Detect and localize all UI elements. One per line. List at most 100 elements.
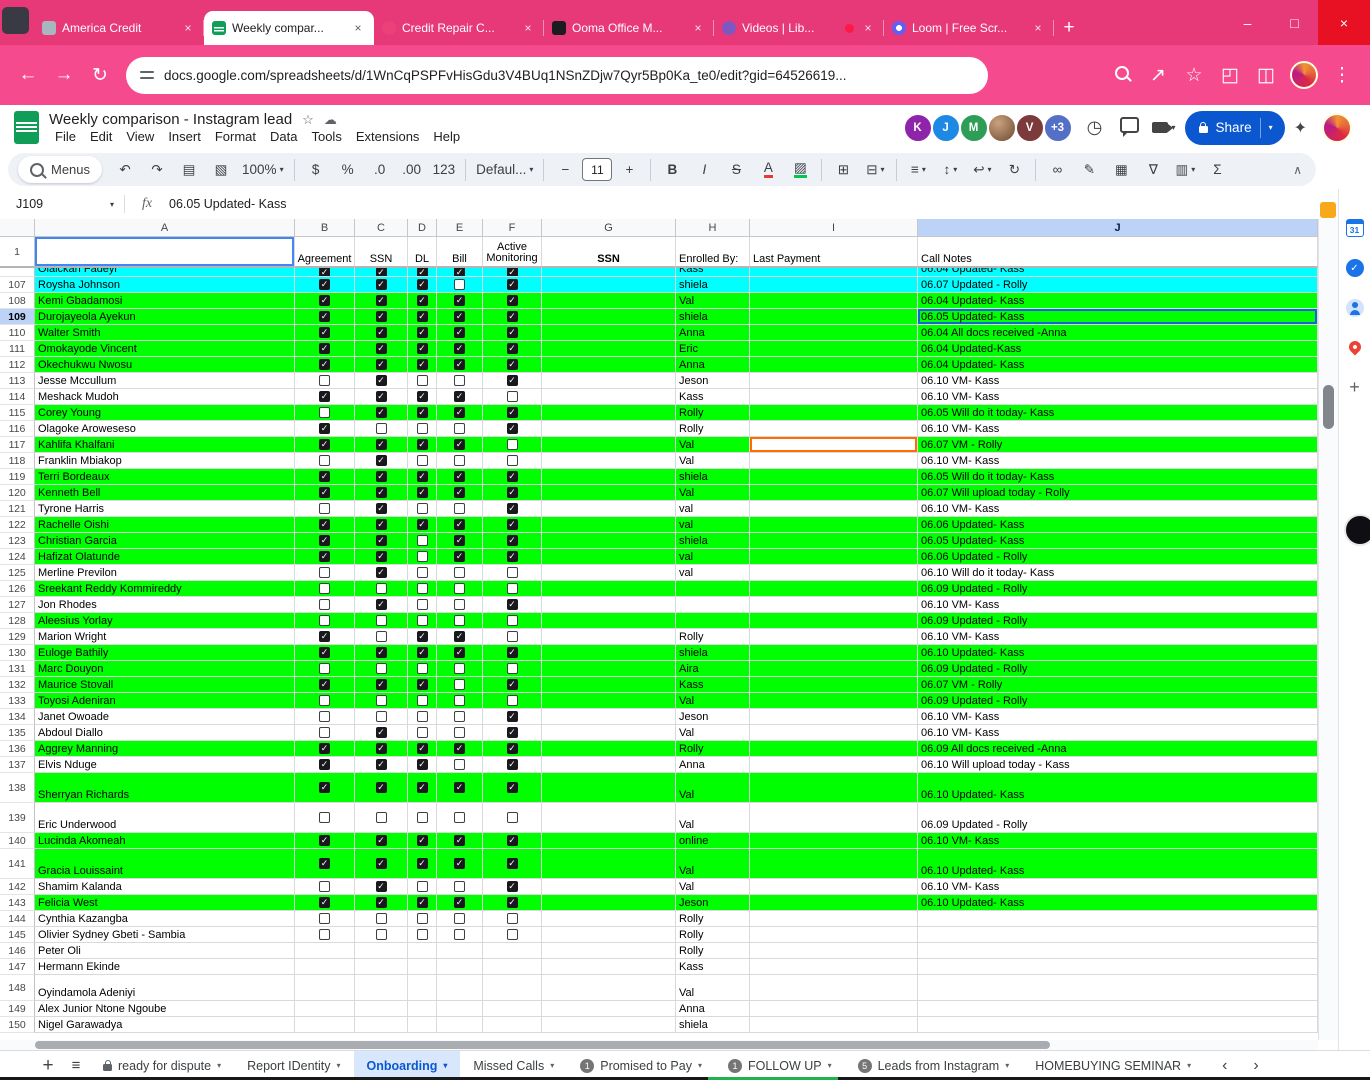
call-notes-cell[interactable]: 06.10 VM- Kass <box>918 709 1318 725</box>
ssn-cell[interactable] <box>542 927 676 943</box>
checkbox-checked-icon[interactable]: ✓ <box>376 743 387 754</box>
call-notes-cell[interactable] <box>918 943 1318 959</box>
client-name-cell[interactable]: Hermann Ekinde <box>35 959 295 975</box>
sheet-tab-menu-caret[interactable]: ▾ <box>828 1061 832 1070</box>
checkbox-cell[interactable]: ✓ <box>483 341 542 357</box>
checkbox-unchecked-icon[interactable] <box>454 503 465 514</box>
checkbox-cell[interactable]: ✓ <box>408 485 437 501</box>
checkbox-unchecked-icon[interactable] <box>454 711 465 722</box>
menu-help[interactable]: Help <box>427 129 466 144</box>
checkbox-checked-icon[interactable]: ✓ <box>376 519 387 530</box>
checkbox-cell[interactable]: ✓ <box>295 645 355 661</box>
checkbox-cell[interactable] <box>295 581 355 597</box>
checkbox-checked-icon[interactable]: ✓ <box>507 858 518 869</box>
enrolled-by-cell[interactable]: val <box>676 517 750 533</box>
checkbox-cell[interactable] <box>437 879 483 895</box>
client-name-cell[interactable]: Aleesius Yorlay <box>35 613 295 629</box>
header-agreement[interactable]: Agreement <box>295 237 355 268</box>
checkbox-checked-icon[interactable]: ✓ <box>417 487 428 498</box>
checkbox-checked-icon[interactable]: ✓ <box>417 391 428 402</box>
checkbox-unchecked-icon[interactable] <box>319 663 330 674</box>
horizontal-align-icon[interactable]: ≡▾ <box>903 157 933 183</box>
row-number[interactable]: 146 <box>0 943 35 959</box>
insert-chart-icon[interactable]: ▦ <box>1106 157 1136 183</box>
checkbox-cell[interactable]: ✓ <box>437 469 483 485</box>
checkbox-cell[interactable]: ✓ <box>295 309 355 325</box>
checkbox-checked-icon[interactable]: ✓ <box>417 647 428 658</box>
row-number[interactable]: 118 <box>0 453 35 469</box>
client-name-cell[interactable]: Nigel Garawadya <box>35 1017 295 1033</box>
call-notes-cell[interactable]: 06.10 Will do it today- Kass <box>918 565 1318 581</box>
checkbox-cell[interactable]: ✓ <box>483 517 542 533</box>
last-payment-cell[interactable] <box>750 357 918 373</box>
name-box[interactable]: J109 ▾ <box>0 197 124 211</box>
enrolled-by-cell[interactable] <box>676 613 750 629</box>
checkbox-unchecked-icon[interactable] <box>319 929 330 940</box>
insert-comment-icon[interactable]: ✎ <box>1074 157 1104 183</box>
client-name-cell[interactable]: Elvis Nduge <box>35 757 295 773</box>
checkbox-cell[interactable]: ✓ <box>408 677 437 693</box>
merge-cells-icon[interactable]: ⊟▾ <box>860 157 890 183</box>
checkbox-checked-icon[interactable]: ✓ <box>319 897 330 908</box>
column-header-g[interactable]: G <box>542 219 676 237</box>
strikethrough-icon[interactable]: S <box>721 157 751 183</box>
checkbox-checked-icon[interactable]: ✓ <box>454 439 465 450</box>
call-notes-cell[interactable]: 06.09 All docs received -Anna <box>918 741 1318 757</box>
checkbox-cell[interactable]: ✓ <box>355 373 408 389</box>
checkbox-cell[interactable] <box>437 661 483 677</box>
checkbox-cell[interactable]: ✓ <box>408 645 437 661</box>
checkbox-cell[interactable] <box>355 1017 408 1033</box>
row-number[interactable]: 117 <box>0 437 35 453</box>
checkbox-cell[interactable]: ✓ <box>355 773 408 803</box>
last-payment-cell[interactable] <box>750 677 918 693</box>
checkbox-cell[interactable]: ✓ <box>437 341 483 357</box>
checkbox-cell[interactable] <box>408 373 437 389</box>
client-name-cell[interactable]: Kahlifa Khalfani <box>35 437 295 453</box>
client-name-cell[interactable]: Lucinda Akomeah <box>35 833 295 849</box>
checkbox-cell[interactable]: ✓ <box>295 773 355 803</box>
row-number[interactable]: 114 <box>0 389 35 405</box>
ssn-cell[interactable] <box>542 325 676 341</box>
checkbox-cell[interactable]: ✓ <box>355 501 408 517</box>
checkbox-unchecked-icon[interactable] <box>507 913 518 924</box>
menu-data[interactable]: Data <box>264 129 303 144</box>
checkbox-unchecked-icon[interactable] <box>454 423 465 434</box>
checkbox-cell[interactable]: ✓ <box>295 549 355 565</box>
enrolled-by-cell[interactable]: Kass <box>676 677 750 693</box>
row-number[interactable]: 150 <box>0 1017 35 1033</box>
checkbox-cell[interactable] <box>483 975 542 1001</box>
search-icon[interactable] <box>1104 64 1140 86</box>
checkbox-cell[interactable]: ✓ <box>437 533 483 549</box>
checkbox-cell[interactable] <box>295 453 355 469</box>
call-notes-cell[interactable]: 06.10 VM- Kass <box>918 373 1318 389</box>
ssn-cell[interactable] <box>542 581 676 597</box>
checkbox-cell[interactable]: ✓ <box>355 268 408 277</box>
call-notes-cell[interactable]: 06.10 VM- Kass <box>918 879 1318 895</box>
meet-button[interactable]: ▾ <box>1152 122 1176 133</box>
checkbox-cell[interactable] <box>295 693 355 709</box>
checkbox-unchecked-icon[interactable] <box>454 599 465 610</box>
checkbox-cell[interactable]: ✓ <box>408 833 437 849</box>
checkbox-cell[interactable]: ✓ <box>295 629 355 645</box>
checkbox-unchecked-icon[interactable] <box>319 455 330 466</box>
ssn-cell[interactable] <box>542 501 676 517</box>
checkbox-checked-icon[interactable]: ✓ <box>376 599 387 610</box>
checkbox-checked-icon[interactable]: ✓ <box>376 535 387 546</box>
call-notes-cell[interactable]: 06.10 VM- Kass <box>918 725 1318 741</box>
sheet-tab-menu-caret[interactable]: ▾ <box>698 1061 702 1070</box>
checkbox-cell[interactable]: ✓ <box>355 453 408 469</box>
client-name-cell[interactable]: Peter Oli <box>35 943 295 959</box>
checkbox-cell[interactable]: ✓ <box>437 849 483 879</box>
row-number[interactable]: 120 <box>0 485 35 501</box>
checkbox-unchecked-icon[interactable] <box>376 631 387 642</box>
menu-file[interactable]: File <box>49 129 82 144</box>
forward-icon[interactable]: → <box>46 64 82 87</box>
more-formats-icon[interactable]: 123 <box>429 157 460 183</box>
checkbox-cell[interactable] <box>408 533 437 549</box>
checkbox-cell[interactable] <box>295 911 355 927</box>
checkbox-cell[interactable]: ✓ <box>295 833 355 849</box>
checkbox-cell[interactable] <box>295 597 355 613</box>
recorder-bubble[interactable] <box>1344 514 1370 546</box>
call-notes-cell[interactable]: 06.04 Updated-Kass <box>918 341 1318 357</box>
checkbox-cell[interactable] <box>355 975 408 1001</box>
